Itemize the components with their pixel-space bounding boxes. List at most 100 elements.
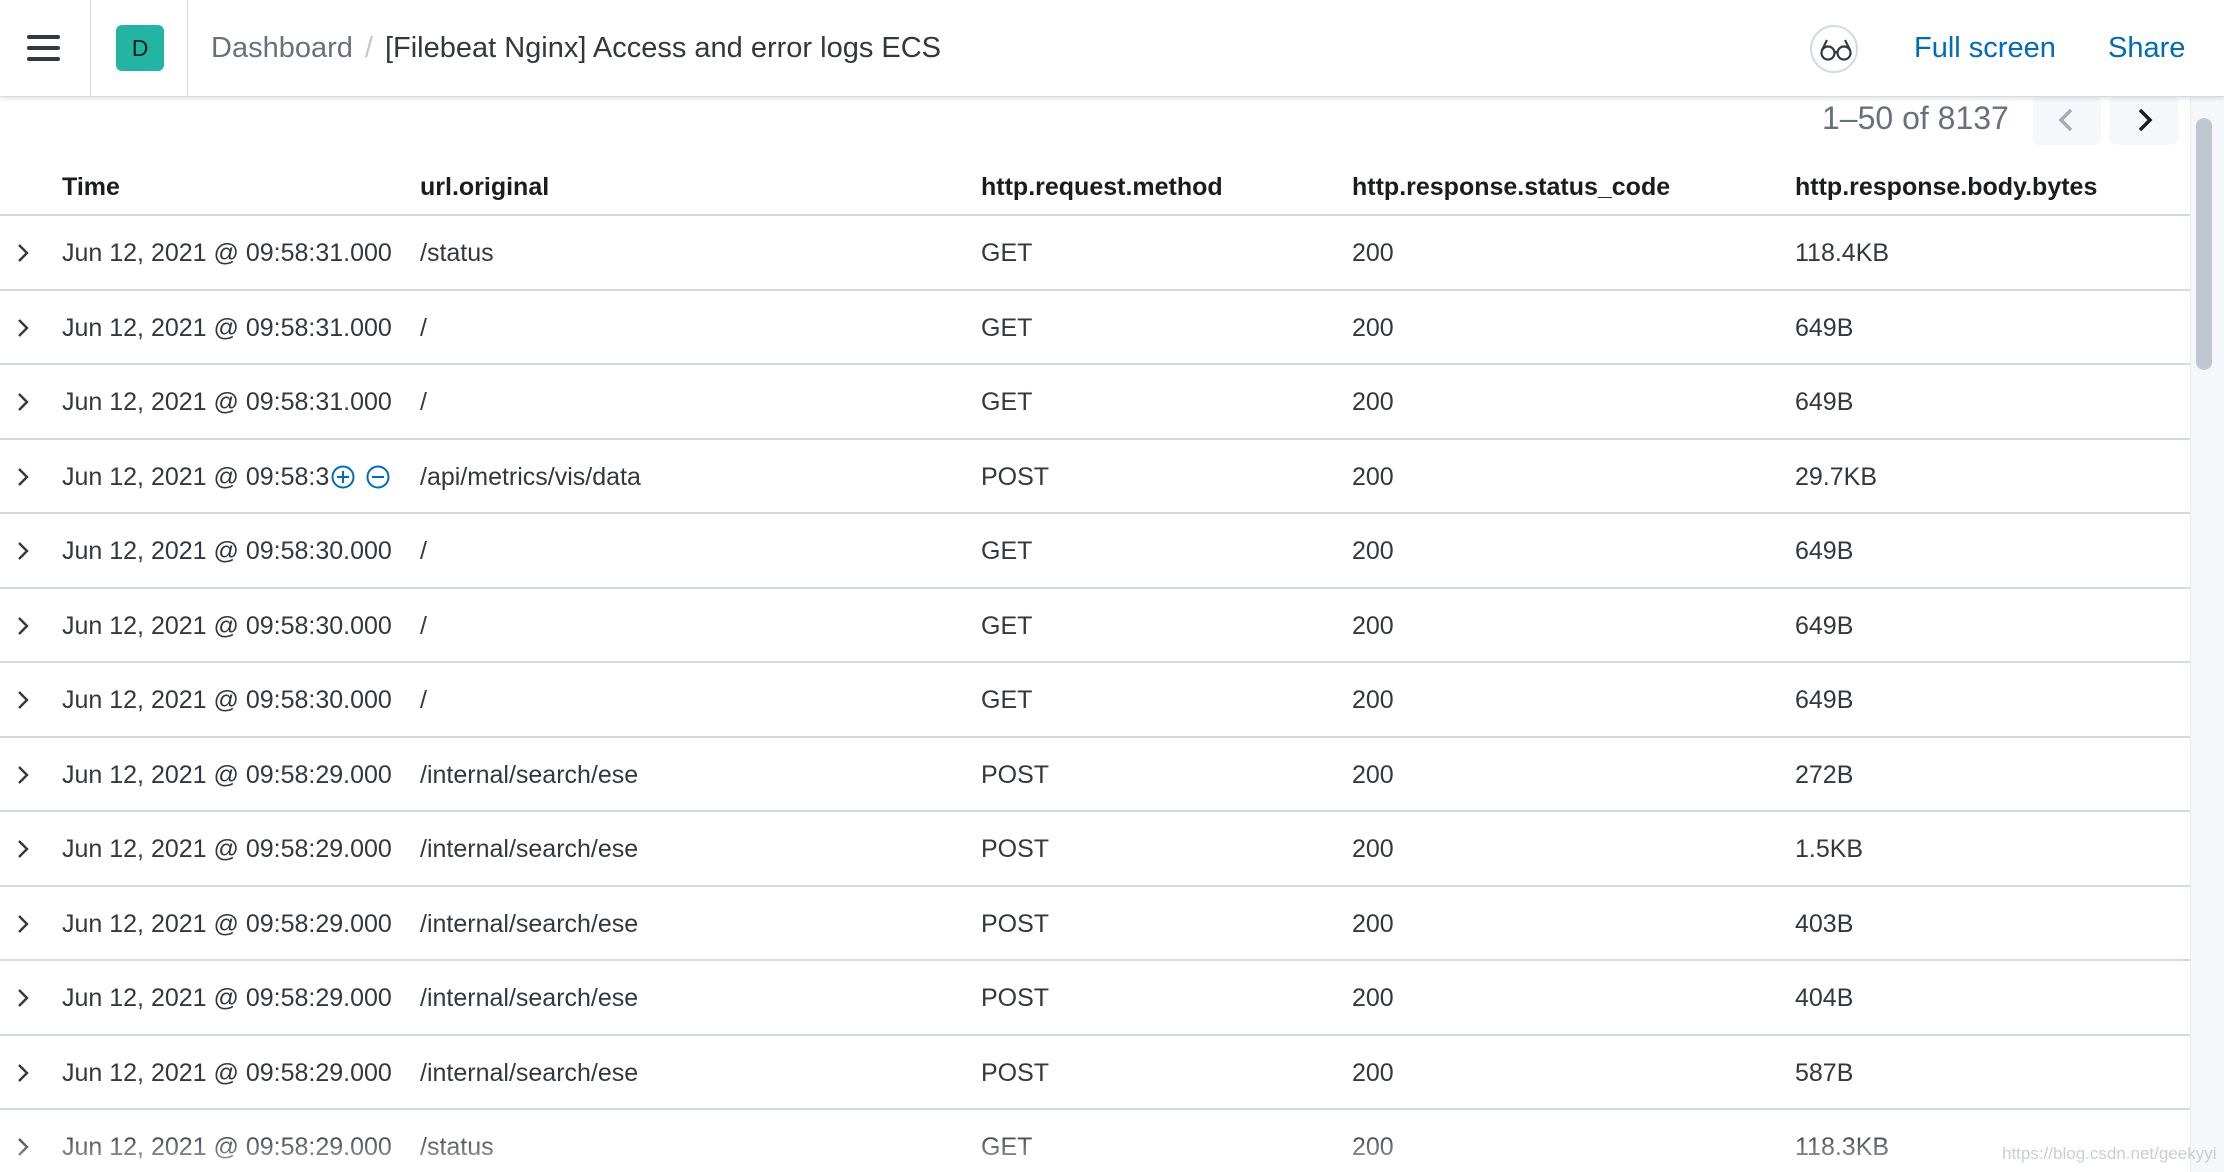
cell-http-response-status-code: 200 <box>1352 388 1394 416</box>
page-title: [Filebeat Nginx] Access and error logs E… <box>384 32 942 64</box>
cell-url-original: /internal/search/ese <box>420 984 639 1012</box>
breadcrumb: Dashboard / [Filebeat Nginx] Access and er… <box>211 28 941 68</box>
expand-row-chevron-right-icon[interactable] <box>12 763 34 787</box>
full-screen-button[interactable]: Full screen <box>1914 28 2056 68</box>
table-row[interactable]: Jun 12, 2021 @ 09:58:29.000/internal/sea… <box>0 812 2190 887</box>
glasses-icon[interactable] <box>1810 25 1858 73</box>
header-divider <box>187 0 188 97</box>
column-header-url-original[interactable]: url.original <box>420 167 549 207</box>
header-divider <box>90 0 91 97</box>
cell-http-response-status-code: 200 <box>1352 1133 1394 1161</box>
column-header-time[interactable]: Time <box>62 167 120 207</box>
space-avatar[interactable]: D <box>116 25 164 71</box>
cell-http-response-status-code: 200 <box>1352 760 1394 789</box>
expand-row-chevron-right-icon[interactable] <box>12 539 34 563</box>
table-row[interactable]: Jun 12, 2021 @ 09:58:29.000/status GET 200… <box>0 1110 2190 1172</box>
cell-http-request-method: GET <box>981 313 1033 342</box>
table-row[interactable]: Jun 12, 2021 @ 09:58:29.000/internal/sea… <box>0 887 2190 961</box>
cell-http-request-method: POST <box>981 462 1050 491</box>
cell-http-response-status-code: 200 <box>1352 909 1394 938</box>
expand-row-chevron-right-icon[interactable] <box>12 390 34 414</box>
cell-time: Jun 12, 2021 @ 09:58:30.000 <box>62 686 392 714</box>
breadcrumb-dashboard-link[interactable]: Dashboard <box>211 32 353 64</box>
scrollbar-thumb[interactable] <box>2196 118 2212 370</box>
cell-http-request-method: GET <box>981 388 1033 416</box>
expand-row-chevron-right-icon[interactable] <box>12 316 34 340</box>
share-button[interactable]: Share <box>2108 28 2185 68</box>
cell-http-request-method: GET <box>981 611 1033 640</box>
cell-time: Jun 12, 2021 @ 09:58:29.000 <box>62 835 392 863</box>
expand-row-chevron-right-icon[interactable] <box>12 986 34 1010</box>
next-page-button[interactable] <box>2110 95 2178 145</box>
cell-http-response-body-bytes: 118.4KB <box>1795 239 1890 267</box>
cell-http-response-body-bytes: 649B <box>1795 611 1854 640</box>
cell-http-response-body-bytes: 649B <box>1795 537 1854 565</box>
cell-http-response-status-code: 200 <box>1352 686 1394 714</box>
table-row[interactable]: Jun 12, 2021 @ 09:58:29.000/internal/sea… <box>0 738 2190 812</box>
cell-http-response-status-code: 200 <box>1352 313 1394 342</box>
expand-row-chevron-right-icon[interactable] <box>12 688 34 712</box>
cell-url-original: /status <box>420 239 494 267</box>
expand-row-chevron-right-icon[interactable] <box>12 614 34 638</box>
cell-http-response-status-code: 200 <box>1352 1058 1394 1087</box>
pagination-count: 1–50 of 8137 <box>1822 100 2009 136</box>
cell-url-original: /internal/search/ese <box>420 835 639 863</box>
cell-http-request-method: POST <box>981 909 1050 938</box>
table-body: Jun 12, 2021 @ 09:58:31.000/status GET 200… <box>0 216 2190 1172</box>
cell-http-response-body-bytes: 587B <box>1795 1058 1854 1087</box>
cell-http-response-body-bytes: 404B <box>1795 984 1854 1012</box>
filter-for-value-icon[interactable] <box>330 464 356 495</box>
cell-http-request-method: GET <box>981 1133 1033 1161</box>
column-header-http-response-body-bytes[interactable]: http.response.body.bytes <box>1795 167 2097 207</box>
expand-row-chevron-right-icon[interactable] <box>12 465 34 489</box>
cell-http-request-method: POST <box>981 835 1050 863</box>
column-header-http-response-status-code[interactable]: http.response.status_code <box>1352 167 1670 207</box>
cell-time: Jun 12, 2021 @ 09:58:29.000 <box>62 1058 392 1087</box>
cell-http-response-body-bytes: 403B <box>1795 909 1854 938</box>
table-row[interactable]: Jun 12, 2021 @ 09:58:29.000/internal/sea… <box>0 1036 2190 1110</box>
cell-time: Jun 12, 2021 @ 09:58:3 <box>62 462 330 491</box>
cell-url-original: /internal/search/ese <box>420 909 639 938</box>
cell-http-request-method: GET <box>981 537 1033 565</box>
cell-url-original: /status <box>420 1133 494 1161</box>
cell-time: Jun 12, 2021 @ 09:58:29.000 <box>62 984 392 1012</box>
cell-time: Jun 12, 2021 @ 09:58:30.000 <box>62 537 392 565</box>
cell-url-original: / <box>420 686 427 714</box>
watermark: https://blog.csdn.net/geekyyi <box>2002 1144 2217 1163</box>
table-row[interactable]: Jun 12, 2021 @ 09:58:29.000/internal/sea… <box>0 961 2190 1036</box>
cell-url-original: / <box>420 388 427 416</box>
expand-row-chevron-right-icon[interactable] <box>12 837 34 861</box>
cell-time: Jun 12, 2021 @ 09:58:30.000 <box>62 611 392 640</box>
table-row[interactable]: Jun 12, 2021 @ 09:58:31.000 / GET 200 649B <box>0 291 2190 365</box>
cell-http-request-method: POST <box>981 984 1050 1012</box>
cell-http-response-body-bytes: 649B <box>1795 388 1854 416</box>
expand-row-chevron-right-icon[interactable] <box>12 1135 34 1159</box>
cell-url-original: /api/metrics/vis/data <box>420 462 641 491</box>
table-row[interactable]: Jun 12, 2021 @ 09:58:30.000 / GET 200 649B <box>0 663 2190 738</box>
cell-http-response-status-code: 200 <box>1352 462 1394 491</box>
table-row[interactable]: Jun 12, 2021 @ 09:58:3/api/metrics/vis/d… <box>0 440 2190 514</box>
cell-time: Jun 12, 2021 @ 09:58:31.000 <box>62 388 392 416</box>
table-row[interactable]: Jun 12, 2021 @ 09:58:30.000 / GET 200 649B <box>0 514 2190 589</box>
expand-row-chevron-right-icon[interactable] <box>12 912 34 936</box>
cell-http-request-method: GET <box>981 239 1033 267</box>
cell-url-original: / <box>420 313 427 342</box>
table-row[interactable]: Jun 12, 2021 @ 09:58:31.000/status GET 200… <box>0 216 2190 291</box>
top-header: D Dashboard / [Filebeat Nginx] Access and … <box>0 0 2224 97</box>
cell-url-original: / <box>420 537 427 565</box>
column-header-http-request-method[interactable]: http.request.method <box>981 167 1223 207</box>
cell-http-response-body-bytes: 118.3KB <box>1795 1133 1890 1161</box>
table-row[interactable]: Jun 12, 2021 @ 09:58:30.000 / GET 200 649B <box>0 589 2190 663</box>
chevron-right-icon <box>2138 108 2153 132</box>
cell-http-response-status-code: 200 <box>1352 835 1394 863</box>
previous-page-button[interactable] <box>2033 95 2101 145</box>
cell-time: Jun 12, 2021 @ 09:58:29.000 <box>62 1133 392 1161</box>
cell-http-response-body-bytes: 649B <box>1795 313 1854 342</box>
expand-row-chevron-right-icon[interactable] <box>12 1061 34 1085</box>
cell-http-request-method: POST <box>981 760 1050 789</box>
table-row[interactable]: Jun 12, 2021 @ 09:58:31.000 / GET 200 649B <box>0 365 2190 440</box>
cell-filter-actions <box>330 464 400 492</box>
expand-row-chevron-right-icon[interactable] <box>12 241 34 265</box>
menu-icon[interactable] <box>22 30 66 66</box>
filter-out-value-icon[interactable] <box>365 464 391 495</box>
